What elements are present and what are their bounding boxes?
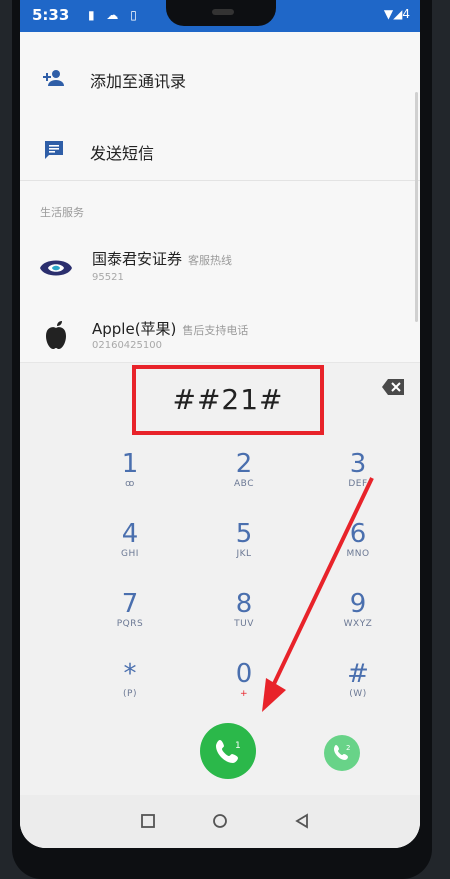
service-guotai[interactable]: 国泰君安证券 客服热线 [92, 248, 232, 269]
dial-key-3[interactable]: 3 DEF [308, 449, 408, 517]
dial-key-letters: TUV [234, 619, 254, 629]
call-sim1-button[interactable]: 1 [200, 723, 256, 779]
menu-scrollbar[interactable] [415, 92, 418, 322]
dial-key-0[interactable]: 0 + [194, 659, 294, 727]
backspace-icon[interactable] [382, 379, 404, 395]
dial-key-6[interactable]: 6 MNO [308, 519, 408, 587]
service-apple-number: 02160425100 [92, 340, 162, 351]
dial-key-star[interactable]: * (P) [80, 659, 180, 727]
dial-key-9[interactable]: 9 WXYZ [308, 589, 408, 657]
dial-input[interactable]: ##21# [136, 383, 320, 416]
add-to-contacts-item[interactable]: 添加至通讯录 [20, 46, 420, 112]
dial-key-digit: * [123, 659, 137, 689]
dial-key-letters: MNO [346, 549, 370, 559]
phone-bezel: 5:33 ▮ ☁ ▯ ▼◢4 添加至通讯录 发送短信 生活服务 国泰君安证券 客… [12, 0, 432, 879]
add-to-contacts-label: 添加至通讯录 [90, 72, 187, 91]
dial-key-digit: 4 [121, 519, 139, 549]
dial-key-digit: 1 [121, 449, 139, 479]
guotai-junan-logo-icon [36, 248, 76, 288]
contact-actions-menu: 添加至通讯录 发送短信 生活服务 国泰君安证券 客服热线 95521 Apple… [20, 32, 420, 362]
dial-input-highlight: ##21# [132, 365, 324, 435]
dial-key-digit: 9 [349, 589, 367, 619]
dial-key-digit: 7 [121, 589, 139, 619]
add-contact-icon [42, 66, 66, 90]
send-sms-item[interactable]: 发送短信 [20, 118, 420, 184]
sim1-label: 1 [235, 741, 241, 751]
dial-key-2[interactable]: 2 ABC [194, 449, 294, 517]
life-services-heading: 生活服务 [40, 206, 84, 219]
call-sim2-button[interactable]: 2 [324, 735, 360, 771]
dial-key-digit: 2 [235, 449, 253, 479]
phone-screen: 5:33 ▮ ☁ ▯ ▼◢4 添加至通讯录 发送短信 生活服务 国泰君安证券 客… [20, 0, 420, 848]
dial-key-digit: 0 [235, 659, 253, 689]
service-guotai-number: 95521 [92, 272, 124, 283]
service-guotai-tag: 客服热线 [188, 254, 233, 267]
recent-apps-icon[interactable] [140, 813, 156, 833]
message-icon [42, 138, 66, 162]
menu-divider [20, 180, 420, 181]
dial-key-letters: ꝏ [125, 479, 135, 489]
dial-key-digit: 5 [235, 519, 253, 549]
camera-notch [166, 0, 276, 26]
dial-key-letters: DEF [348, 479, 368, 489]
dial-key-letters: GHI [121, 549, 139, 559]
status-time: 5:33 [32, 6, 70, 24]
status-notification-icons: ▮ ☁ ▯ [88, 8, 141, 22]
dial-key-5[interactable]: 5 JKL [194, 519, 294, 587]
apple-logo-icon [36, 316, 76, 356]
dial-key-letters: WXYZ [343, 619, 373, 629]
system-navbar [20, 795, 420, 848]
dial-key-letters: (W) [349, 689, 367, 699]
dial-key-digit: 8 [235, 589, 253, 619]
dialpad-panel: ##21# 1 ꝏ 2 ABC 3 DEF 4 GHI 5 JKL 6 MNO 7 PQRS 8 TUV 9 WX… [20, 362, 420, 848]
sim2-label: 2 [346, 744, 350, 752]
service-apple-name: Apple(苹果) [92, 320, 177, 338]
status-signal-icons: ▼◢4 [383, 7, 410, 21]
phone-frame: 5:33 ▮ ☁ ▯ ▼◢4 添加至通讯录 发送短信 生活服务 国泰君安证券 客… [0, 0, 450, 879]
dial-key-1[interactable]: 1ꝏ [80, 449, 180, 517]
status-bar: 5:33 ▮ ☁ ▯ ▼◢4 [20, 0, 420, 32]
dial-key-letters: ABC [234, 479, 254, 489]
service-guotai-name: 国泰君安证券 [92, 250, 183, 268]
dial-key-letters: + [239, 689, 249, 699]
send-sms-label: 发送短信 [90, 144, 155, 163]
dial-key-hash[interactable]: # (W) [308, 659, 408, 727]
dial-key-digit: 6 [349, 519, 367, 549]
back-icon[interactable] [294, 813, 310, 833]
dial-key-7[interactable]: 7 PQRS [80, 589, 180, 657]
dial-key-8[interactable]: 8 TUV [194, 589, 294, 657]
dial-key-digit: # [347, 659, 369, 689]
dial-key-letters: JKL [236, 549, 252, 559]
earpiece [212, 9, 234, 15]
dial-key-4[interactable]: 4 GHI [80, 519, 180, 587]
service-apple[interactable]: Apple(苹果) 售后支持电话 [92, 318, 248, 339]
dial-key-letters: (P) [123, 689, 137, 699]
dial-key-digit: 3 [349, 449, 367, 479]
service-apple-tag: 售后支持电话 [182, 324, 249, 337]
home-icon[interactable] [212, 813, 228, 833]
dial-key-letters: PQRS [116, 619, 144, 629]
